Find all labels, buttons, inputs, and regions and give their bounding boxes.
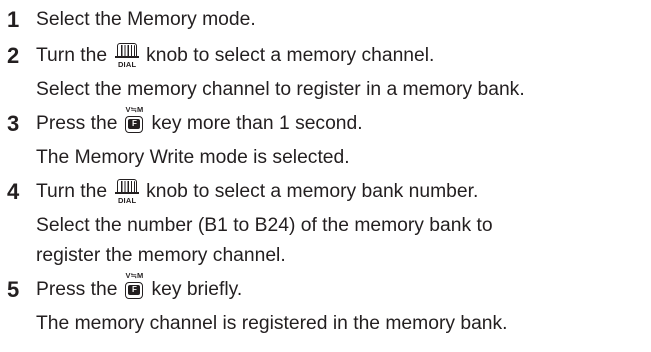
step-detail: The memory channel is registered in the … — [36, 313, 508, 334]
knob-shape — [115, 179, 140, 194]
step-number: 5 — [7, 277, 20, 302]
step-action: Press the V≒M Fkey briefly. — [36, 271, 647, 307]
dial-knob-icon: DIAL — [113, 179, 141, 205]
f-key-face: F — [128, 119, 141, 129]
step-action-text: Turn the — [36, 45, 108, 66]
key-shape: F — [125, 116, 144, 133]
dial-caption: DIAL — [117, 60, 137, 69]
dial-caption: DIAL — [117, 196, 137, 205]
step-action-text: key more than 1 second. — [151, 113, 363, 134]
step-1: 1 Select the Memory mode. — [7, 3, 647, 37]
step-action-text: Press the — [36, 279, 118, 300]
step-number: 2 — [7, 43, 20, 68]
step-detail: The Memory Write mode is selected. — [36, 147, 350, 168]
knob-shape — [115, 43, 140, 58]
step-action: Turn the DIAL knob to select a memory bank… — [36, 175, 647, 209]
vm-sub-label: V≒M — [125, 105, 144, 114]
step-action: Turn the DIAL knob to select a memory chan… — [36, 39, 647, 73]
procedure-steps: 1 Select the Memory mode. 2 Turn the DIAL… — [7, 3, 647, 339]
step-action-text: key briefly. — [151, 279, 243, 300]
step-4: 4 Turn the DIAL knob to select a memory ba… — [7, 175, 647, 271]
step-action: Select the Memory mode. — [36, 3, 647, 37]
step-action: Press the V≒M Fkey more than 1 second. — [36, 105, 647, 141]
vm-sub-label: V≒M — [125, 271, 144, 280]
step-number: 3 — [7, 111, 20, 136]
step-number: 4 — [7, 179, 20, 204]
step-action-text: knob to select a memory bank number. — [146, 181, 479, 202]
dial-knob-icon: DIAL — [113, 43, 141, 69]
f-key-icon: V≒M F — [123, 105, 145, 135]
step-action-text: Press the — [36, 113, 118, 134]
step-action-text: knob to select a memory channel. — [146, 45, 435, 66]
step-2: 2 Turn the DIAL knob to select a memory ch… — [7, 39, 647, 105]
step-5: 5 Press the V≒M Fkey briefly. The memory c… — [7, 271, 647, 339]
step-detail: register the memory channel. — [36, 245, 286, 266]
step-detail: Select the number (B1 to B24) of the mem… — [36, 215, 493, 236]
key-shape: F — [125, 282, 144, 299]
step-action-text: Turn the — [36, 181, 108, 202]
step-action-text: Select the Memory mode. — [36, 9, 256, 30]
step-3: 3 Press the V≒M Fkey more than 1 second. T… — [7, 105, 647, 173]
step-number: 1 — [7, 7, 20, 32]
step-detail: Select the memory channel to register in… — [36, 79, 525, 100]
f-key-icon: V≒M F — [123, 271, 145, 301]
f-key-face: F — [128, 285, 141, 295]
